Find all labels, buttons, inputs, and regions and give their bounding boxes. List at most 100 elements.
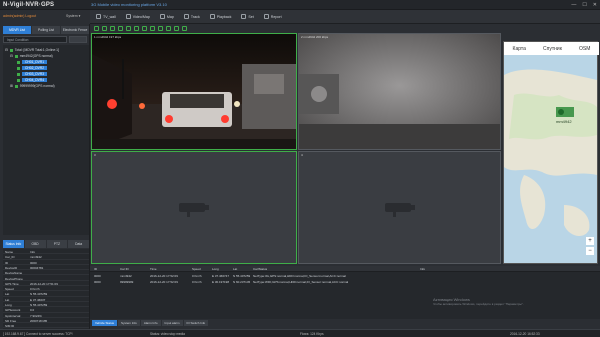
table-cell: NetType:3G,GPS:normal,HDD:normal,IO_Sens…: [253, 274, 346, 278]
watermark-text: Чтобы активировать Windows, перейдите в …: [433, 302, 524, 306]
tab-status-info[interactable]: Status Info: [3, 240, 24, 248]
layout-1-icon[interactable]: [94, 25, 99, 31]
expand-icon[interactable]: ⊟: [10, 54, 13, 58]
checkbox-icon[interactable]: [14, 84, 18, 88]
toolbar-label: Video/Map: [132, 14, 150, 19]
toolbar-map-button[interactable]: Map: [157, 14, 177, 19]
toolbar-label: Playback: [216, 14, 232, 19]
zoom-out-button[interactable]: −: [586, 247, 594, 255]
channel-label: CH04_DVR4: [22, 78, 48, 82]
snapshot-icon[interactable]: [142, 25, 147, 31]
bottom-tab-input-alarm[interactable]: Input alarm: [161, 320, 183, 326]
playback-icon: [209, 14, 215, 19]
checkbox-icon[interactable]: [17, 60, 20, 64]
gear-icon: [241, 14, 247, 19]
column-header[interactable]: Long: [212, 267, 219, 271]
tree-device[interactable]: ⊞ 99999999(GPS normal): [10, 84, 55, 88]
search-button[interactable]: [69, 36, 87, 43]
status-bar: [ 192.168.9.67 ] Connect to server succe…: [0, 329, 600, 337]
tree-channel[interactable]: CH04_DVR4: [17, 78, 48, 82]
table-row[interactable]: 0000 99999999 2016-12-20 17:52:09 0 Km/h E 3…: [90, 279, 600, 285]
column-header[interactable]: Lat: [233, 267, 237, 271]
map-view[interactable]: Карта Спутник OSM mm4942 + −: [503, 41, 599, 264]
app-logo: N-Vigil·NVR·GPS: [3, 2, 55, 8]
bottom-tab-vehicle-status[interactable]: Vehicle Status: [92, 320, 118, 326]
toolbar-video-map-button[interactable]: Video/Map: [123, 14, 153, 19]
device-tree: ⊟ Total: [MDVR Total:1,Online:1] ⊟ mm494…: [3, 45, 89, 235]
bottom-tab-system-info[interactable]: System Info: [118, 320, 140, 326]
table-cell: 0000: [94, 280, 101, 284]
table-cell: N 55.407259: [233, 274, 251, 278]
tab-electronic-fence[interactable]: Electronic Fence: [61, 26, 89, 34]
search-input[interactable]: Input Condition: [3, 36, 67, 43]
toolbar-tv-wall-button[interactable]: TV_wall: [93, 14, 119, 19]
fullscreen-icon[interactable]: [126, 25, 131, 31]
left-panel-tabs: MDVR List Polling List Electronic Fence: [3, 26, 89, 34]
close-icon[interactable]: ✕: [593, 2, 597, 8]
bottom-tabs: Vehicle Status System Info Alarm Info Input…: [90, 320, 600, 326]
resize-icon[interactable]: [158, 25, 163, 31]
video-panel-4[interactable]: 4: [298, 151, 501, 264]
bottom-tab-alarm-info[interactable]: Alarm Info: [140, 320, 161, 326]
tree-channel[interactable]: CH03_DVR3: [17, 72, 48, 76]
table-cell: 0 Km/h: [192, 274, 202, 278]
table-cell: E 30.197198: [212, 280, 230, 284]
column-header[interactable]: ID: [94, 267, 97, 271]
video-panel-3[interactable]: 3: [91, 151, 297, 264]
toolbar-playback-button[interactable]: Playback: [207, 14, 235, 19]
video-panel-label: 3: [94, 153, 96, 157]
channel-label: CH03_DVR3: [22, 72, 48, 76]
user-logout-link[interactable]: admin(admin) Logout: [3, 14, 36, 18]
expand-icon[interactable]: ⊟: [5, 48, 8, 52]
download-icon[interactable]: [182, 25, 187, 31]
system-menu[interactable]: System ▾: [66, 14, 80, 18]
video-panel-2[interactable]: 2 mm4942 200 kbps: [298, 33, 501, 150]
checkbox-icon[interactable]: [17, 66, 20, 70]
window-title: 3G Mobile video monitoring platform V3.1…: [91, 2, 167, 7]
edit-icon[interactable]: [166, 25, 171, 31]
video-panel-label: 2 mm4942 200 kbps: [301, 35, 329, 39]
channel-label: CH01_DVR1: [22, 60, 48, 64]
status-media: Status: video:stop media: [150, 332, 185, 336]
map-tab-osm[interactable]: OSM: [579, 46, 590, 52]
column-header[interactable]: Car ID: [120, 267, 129, 271]
video-frame-fog: [299, 34, 500, 149]
tab-mdvr-list[interactable]: MDVR List: [3, 26, 31, 34]
toolbar-track-button[interactable]: Track: [181, 14, 203, 19]
toolbar-report-button[interactable]: Report: [261, 14, 285, 19]
tab-polling-list[interactable]: Polling List: [32, 26, 60, 34]
tab-obd[interactable]: OBD: [24, 240, 46, 248]
maximize-icon[interactable]: ☐: [582, 2, 586, 8]
video-panel-1[interactable]: 1 mm4942 197 kbps: [91, 33, 297, 150]
record-icon[interactable]: [134, 25, 139, 31]
checkbox-icon[interactable]: [9, 48, 13, 52]
checkbox-icon[interactable]: [14, 54, 18, 58]
tree-channel[interactable]: CH01_DVR1: [17, 60, 48, 64]
tree-device[interactable]: ⊟ mm4942(GPS normal): [10, 54, 53, 58]
toolbar-set-button[interactable]: Set: [238, 14, 256, 19]
layout-16-icon[interactable]: [118, 25, 123, 31]
toolbar-label: TV_wall: [103, 14, 116, 19]
layout-9-icon[interactable]: [110, 25, 115, 31]
minimize-icon[interactable]: —: [571, 2, 576, 8]
stop-all-icon[interactable]: [150, 25, 155, 31]
bolt-icon[interactable]: [174, 25, 179, 31]
map-tab-map[interactable]: Карта: [513, 46, 526, 52]
zoom-in-button[interactable]: +: [586, 237, 594, 245]
column-header[interactable]: Time: [150, 267, 157, 271]
column-header[interactable]: Info: [420, 267, 425, 271]
layout-4-icon[interactable]: [102, 25, 107, 31]
tree-root[interactable]: ⊟ Total: [MDVR Total:1,Online:1]: [5, 48, 59, 52]
bottom-tab-io-switch-info[interactable]: IO Switch Info: [183, 320, 209, 326]
column-header[interactable]: Car/Status: [253, 267, 267, 271]
tab-data[interactable]: Data: [68, 240, 89, 248]
checkbox-icon[interactable]: [17, 72, 20, 76]
map-canvas[interactable]: mm4942: [504, 55, 597, 263]
tree-channel[interactable]: CH02_DVR2: [17, 66, 48, 70]
expand-icon[interactable]: ⊞: [10, 84, 13, 88]
map-tab-satellite[interactable]: Спутник: [543, 46, 562, 52]
title-bar: N-Vigil·NVR·GPS 3G Mobile video monitori…: [0, 0, 600, 10]
column-header[interactable]: Speed: [192, 267, 201, 271]
checkbox-icon[interactable]: [17, 78, 20, 82]
tab-ptz[interactable]: PTZ: [46, 240, 68, 248]
